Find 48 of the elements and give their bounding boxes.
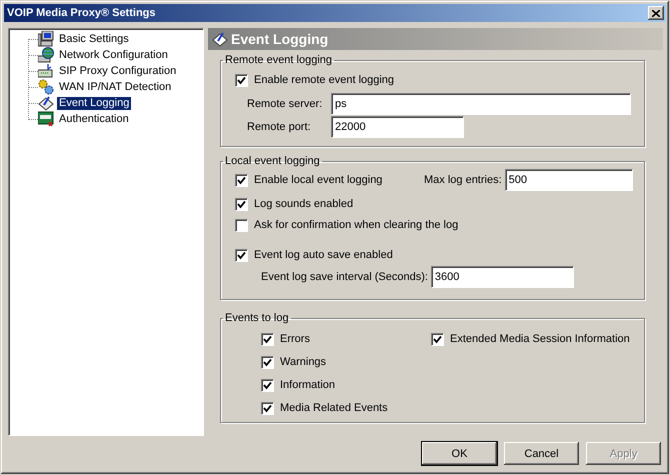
close-icon [652, 10, 660, 16]
tree-item[interactable]: SIP Proxy Configuration [57, 64, 178, 78]
certificate-icon [38, 111, 54, 127]
port-field[interactable]: 22000 [331, 116, 464, 138]
ok-button[interactable]: OK [422, 442, 497, 465]
checkbox[interactable] [261, 356, 274, 368]
checkbox-label: Event log auto save enabled [254, 249, 393, 261]
cancel-button[interactable]: Cancel [504, 442, 579, 465]
tree-item[interactable]: WAN IP/NAT Detection [57, 80, 174, 94]
checkbox[interactable] [431, 332, 444, 346]
checkbox[interactable] [235, 248, 248, 262]
field-label: Remote port: [247, 121, 312, 133]
group-title: Remote event logging [224, 54, 334, 66]
field-label: Max log entries: [424, 174, 502, 186]
checkbox-label: Media Related Events [280, 402, 388, 414]
checkbox[interactable] [235, 74, 248, 86]
group-title: Events to log [224, 312, 290, 324]
checkbox-label: Enable remote event logging [254, 74, 394, 86]
server-field[interactable]: ps [331, 93, 631, 115]
checkbox[interactable] [235, 198, 248, 210]
checkbox-label: Extended Media Session Information [450, 333, 630, 345]
computer-icon [38, 31, 54, 47]
checkbox-label: Warnings [280, 356, 326, 368]
panel-title: Event Logging [231, 31, 328, 47]
checkbox[interactable] [261, 402, 274, 414]
checkbox-label: Information [280, 379, 336, 391]
gear-icon [38, 79, 54, 95]
tree-item[interactable]: Event Logging [57, 96, 132, 110]
circuit-board-icon [38, 63, 54, 79]
checkbox[interactable] [235, 174, 248, 186]
checkbox[interactable] [261, 332, 274, 346]
interval-field[interactable]: 3600 [430, 266, 574, 288]
checkbox-label: Ask for confirmation when clearing the log [254, 219, 458, 231]
checkbox[interactable] [261, 378, 274, 392]
max-entries-field[interactable]: 500 [504, 169, 633, 191]
checkbox-label: Errors [280, 333, 310, 345]
close-button[interactable] [648, 6, 664, 20]
window-title: VOIP Media Proxy® Settings [7, 7, 156, 19]
field-label: Event log save interval (Seconds): [261, 271, 428, 283]
tree-item[interactable]: Network Configuration [57, 48, 170, 62]
group-title: Local event logging [224, 155, 321, 167]
checkbox[interactable] [235, 218, 248, 232]
checkbox-label: Enable local event logging [254, 174, 384, 186]
globe-icon [38, 47, 54, 63]
tree-item[interactable]: Authentication [57, 112, 131, 126]
tree-item[interactable]: Basic Settings [57, 32, 131, 46]
checkbox-label: Log sounds enabled [254, 198, 354, 210]
field-label: Remote server: [247, 98, 324, 110]
